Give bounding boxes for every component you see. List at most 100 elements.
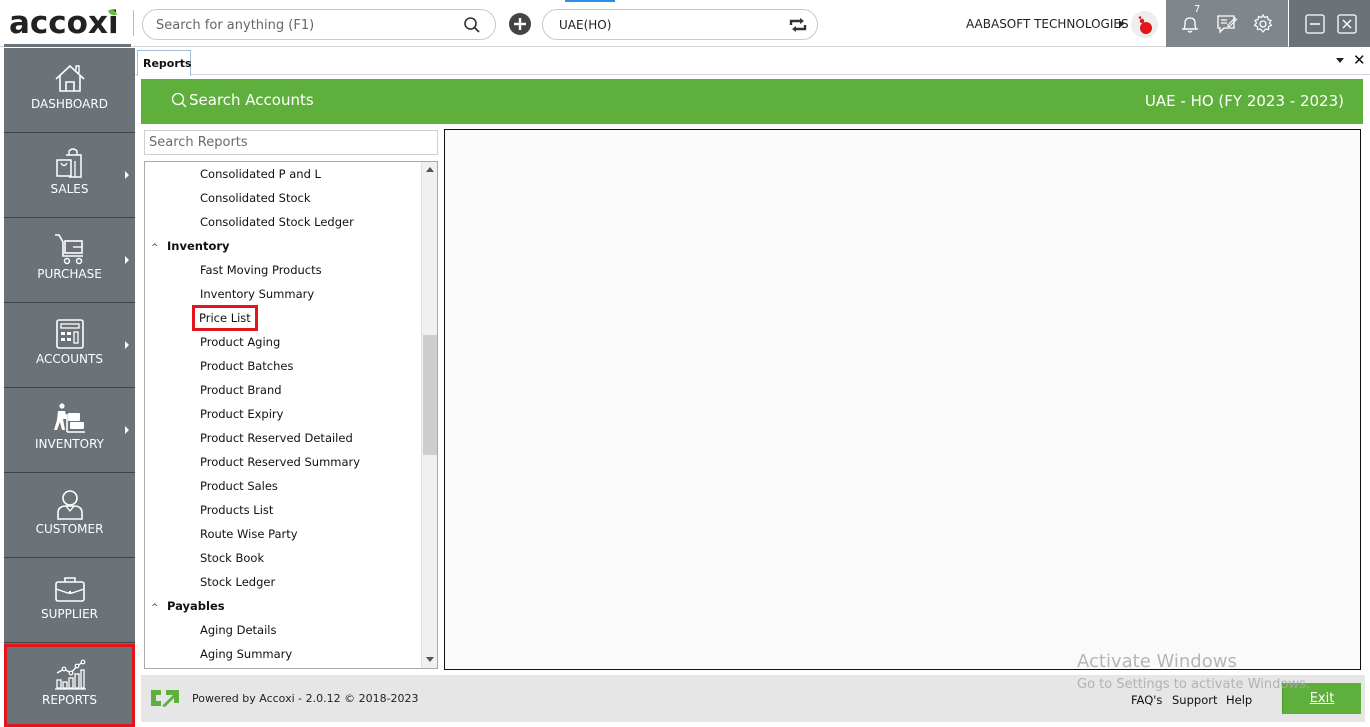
shopping-bag-icon xyxy=(56,148,82,178)
sidebar-item-customer[interactable]: CUSTOMER xyxy=(4,473,135,558)
home-icon xyxy=(55,64,85,92)
user-avatar[interactable] xyxy=(1131,11,1158,38)
tree-group-label: Inventory xyxy=(167,239,230,253)
tab-close-icon[interactable]: ✕ xyxy=(1353,51,1366,69)
submenu-arrow-icon xyxy=(125,426,129,434)
tree-item-product-batches[interactable]: Product Batches xyxy=(200,354,293,378)
tree-group-payables[interactable]: ^ Payables xyxy=(151,594,225,618)
fiscal-year-label: UAE - HO (FY 2023 - 2023) xyxy=(1144,92,1344,110)
logo-divider xyxy=(133,10,134,36)
app-window: accoxi UAE(HO) xyxy=(0,0,1370,727)
sidebar-label: INVENTORY xyxy=(35,437,104,451)
sidebar-item-accounts[interactable]: ACCOUNTS xyxy=(4,303,135,388)
support-link[interactable]: Support xyxy=(1172,693,1217,707)
tree-item-product-sales[interactable]: Product Sales xyxy=(200,474,278,498)
sidebar-item-dashboard[interactable]: DASHBOARD xyxy=(4,48,135,133)
branch-selector[interactable]: UAE(HO) xyxy=(542,9,818,40)
top-accent-line xyxy=(565,0,615,2)
sidebar-label: SALES xyxy=(50,182,89,196)
tree-scrollbar[interactable] xyxy=(421,162,437,668)
chart-icon xyxy=(55,659,86,690)
settings-gear-icon[interactable] xyxy=(1252,13,1274,35)
tree-item-stock-book[interactable]: Stock Book xyxy=(200,546,264,570)
tree-item-product-reserved-summary[interactable]: Product Reserved Summary xyxy=(200,450,360,474)
collapse-caret-icon[interactable]: ^ xyxy=(151,596,161,620)
close-window-icon[interactable] xyxy=(1336,13,1358,35)
tree-item-price-list[interactable]: Price List xyxy=(192,305,258,331)
sidebar-label: ACCOUNTS xyxy=(36,352,103,366)
calculator-icon xyxy=(56,319,84,349)
sidebar-label: SUPPLIER xyxy=(40,607,99,621)
exit-button[interactable]: Exit xyxy=(1282,683,1361,714)
accoxi-logo: accoxi xyxy=(9,6,119,40)
bell-icon[interactable] xyxy=(1179,13,1201,35)
plus-icon xyxy=(514,18,526,30)
submenu-arrow-icon xyxy=(125,256,129,264)
search-icon xyxy=(171,92,187,108)
help-link[interactable]: Help xyxy=(1226,693,1252,707)
tree-item-product-aging[interactable]: Product Aging xyxy=(200,330,280,354)
branch-value: UAE(HO) xyxy=(559,18,612,32)
accoxi-footer-logo-icon xyxy=(151,690,179,707)
exit-label: Exit xyxy=(1309,691,1335,706)
tree-item-product-reserved-detailed[interactable]: Product Reserved Detailed xyxy=(200,426,353,450)
logo-text: accoxi xyxy=(9,5,119,41)
sidebar-label: PURCHASE xyxy=(37,267,102,281)
global-search-input[interactable] xyxy=(156,16,456,34)
tree-item-route-wise-party[interactable]: Route Wise Party xyxy=(200,522,298,546)
tree-item-fast-moving-products[interactable]: Fast Moving Products xyxy=(200,258,322,282)
sidebar-item-reports[interactable]: REPORTS xyxy=(4,644,135,727)
global-search[interactable] xyxy=(142,9,496,40)
tree-group-label: Payables xyxy=(167,599,225,613)
tree-item-consolidated-p-and-l[interactable]: Consolidated P and L xyxy=(200,162,321,186)
reports-tree: Consolidated P and L Consolidated Stock Co… xyxy=(144,161,438,669)
sidebar-label: DASHBOARD xyxy=(31,97,108,111)
sidebar-item-purchase[interactable]: PURCHASE xyxy=(4,218,135,303)
footer: Powered by Accoxi - 2.0.12 © 2018-2023 F… xyxy=(141,675,1365,722)
faqs-link[interactable]: FAQ's xyxy=(1131,693,1162,707)
person-icon xyxy=(57,490,83,520)
sidebar-item-supplier[interactable]: SUPPLIER xyxy=(4,558,135,643)
cart-icon xyxy=(55,234,83,265)
sidebar-item-sales[interactable]: SALES xyxy=(4,133,135,218)
collapse-caret-icon[interactable]: ^ xyxy=(151,236,161,260)
tab-dropdown-icon[interactable] xyxy=(1336,58,1344,63)
tab-strip: Reports xyxy=(135,48,1370,76)
refresh-icon[interactable] xyxy=(788,16,808,34)
tree-item-inventory-summary[interactable]: Inventory Summary xyxy=(200,282,314,306)
tree-item-product-expiry[interactable]: Product Expiry xyxy=(200,402,283,426)
add-new-button[interactable] xyxy=(509,13,531,35)
reports-header: Search Accounts UAE - HO (FY 2023 - 2023… xyxy=(141,79,1363,124)
report-preview-panel xyxy=(444,129,1361,670)
warehouse-worker-icon xyxy=(54,403,85,433)
scroll-down-arrow-icon[interactable] xyxy=(426,657,434,662)
avatar-icon xyxy=(1131,11,1158,38)
tree-item-aging-details[interactable]: Aging Details xyxy=(200,618,276,642)
tree-item-product-brand[interactable]: Product Brand xyxy=(200,378,282,402)
submenu-arrow-icon xyxy=(125,171,129,179)
tab-reports[interactable]: Reports xyxy=(137,50,192,76)
search-reports-field[interactable] xyxy=(144,130,438,155)
tree-group-inventory[interactable]: ^ Inventory xyxy=(151,234,230,258)
tree-item-products-list[interactable]: Products List xyxy=(200,498,273,522)
scroll-thumb[interactable] xyxy=(423,335,437,455)
tree-item-aging-summary[interactable]: Aging Summary xyxy=(200,642,292,666)
notification-count: 7 xyxy=(1194,4,1201,15)
tree-item-consolidated-stock-ledger[interactable]: Consolidated Stock Ledger xyxy=(200,210,354,234)
briefcase-icon xyxy=(55,577,85,602)
company-caret-icon[interactable] xyxy=(1119,20,1124,28)
message-edit-icon[interactable] xyxy=(1216,13,1238,35)
search-reports-input[interactable] xyxy=(145,131,437,154)
sidebar: DASHBOARD SALES PURCHASE ACCOUNTS INVENT… xyxy=(4,48,135,727)
search-accounts-button[interactable]: Search Accounts xyxy=(171,91,314,109)
sidebar-top-accent xyxy=(4,44,131,47)
company-name[interactable]: AABASOFT TECHNOLOGIES xyxy=(966,17,1129,31)
powered-by-text: Powered by Accoxi - 2.0.12 © 2018-2023 xyxy=(192,692,419,705)
sidebar-item-inventory[interactable]: INVENTORY xyxy=(4,388,135,473)
search-icon[interactable] xyxy=(463,16,481,34)
minimize-icon[interactable] xyxy=(1304,13,1326,35)
tree-item-stock-ledger[interactable]: Stock Ledger xyxy=(200,570,275,594)
sidebar-label: CUSTOMER xyxy=(35,522,104,536)
scroll-up-arrow-icon[interactable] xyxy=(426,167,434,172)
tree-item-consolidated-stock[interactable]: Consolidated Stock xyxy=(200,186,311,210)
